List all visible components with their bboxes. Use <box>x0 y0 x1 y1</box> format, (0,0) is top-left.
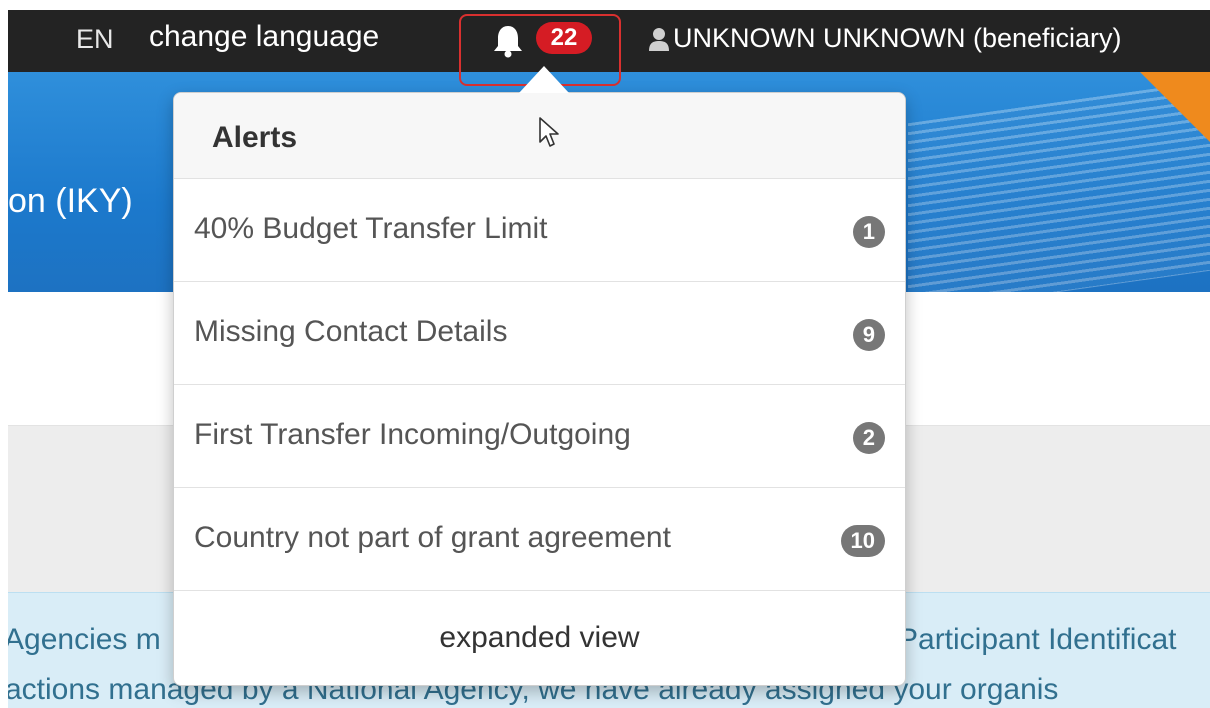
alerts-footer: expanded view <box>174 591 905 685</box>
alert-item-label: 40% Budget Transfer Limit <box>194 212 548 245</box>
alerts-dropdown: Alerts 40% Budget Transfer Limit 1 Missi… <box>173 92 906 686</box>
expanded-view-link[interactable]: expanded view <box>174 621 905 655</box>
info-text-line1-left: Agencies m <box>8 623 161 656</box>
alert-count-badge: 9 <box>852 319 885 351</box>
info-text-line1-right: Participant Identificat <box>898 623 1177 656</box>
orange-corner-accent <box>1140 72 1210 142</box>
organisation-title: on (IKY) <box>8 182 133 220</box>
alert-item-first-transfer[interactable]: First Transfer Incoming/Outgoing 2 <box>174 385 905 488</box>
alert-item-missing-contact-details[interactable]: Missing Contact Details 9 <box>174 282 905 385</box>
alert-item-label: Missing Contact Details <box>194 315 508 348</box>
alert-item-label: First Transfer Incoming/Outgoing <box>194 418 631 451</box>
alert-count-badge: 1 <box>852 216 885 248</box>
alert-count-badge: 2 <box>852 422 885 454</box>
alert-item-budget-transfer-limit[interactable]: 40% Budget Transfer Limit 1 <box>174 179 905 282</box>
bell-icon[interactable] <box>490 24 526 63</box>
alert-item-country-not-in-agreement[interactable]: Country not part of grant agreement 10 <box>174 488 905 591</box>
user-icon <box>648 26 670 57</box>
change-language-link[interactable]: change language <box>149 20 379 54</box>
mouse-cursor-icon <box>538 116 562 155</box>
current-language-code[interactable]: EN <box>76 24 114 55</box>
alerts-title: Alerts <box>212 121 298 154</box>
dropdown-caret <box>519 66 569 93</box>
alert-item-label: Country not part of grant agreement <box>194 521 671 554</box>
notification-count-badge[interactable]: 22 <box>536 22 592 54</box>
user-menu[interactable]: UNKNOWN UNKNOWN (beneficiary) <box>673 23 1122 54</box>
alert-count-badge: 10 <box>840 525 885 557</box>
